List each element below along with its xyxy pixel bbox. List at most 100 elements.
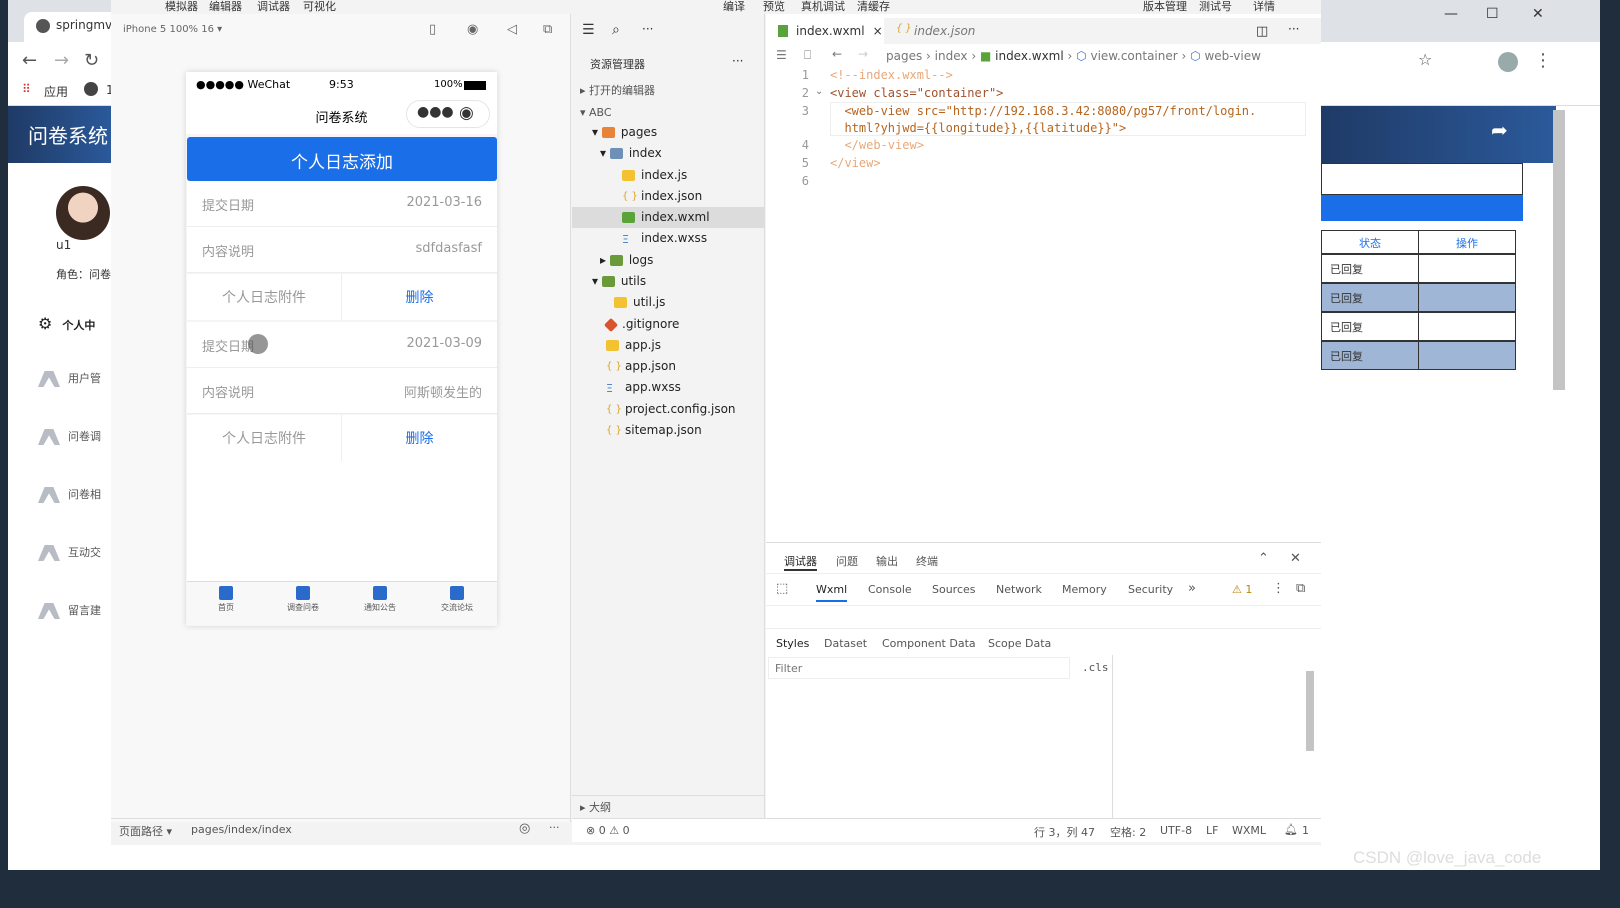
volume-icon[interactable]: ◁ xyxy=(507,22,517,37)
menu-debugger[interactable]: 调试器 xyxy=(257,0,290,14)
code-line[interactable]: <!--index.wxml--> xyxy=(830,68,953,82)
menu-visual[interactable]: 可视化 xyxy=(303,0,336,14)
tab-forum[interactable]: 交流论坛 xyxy=(422,586,492,613)
encoding[interactable]: UTF-8 xyxy=(1160,824,1192,837)
inspect-icon[interactable]: ⬚ xyxy=(776,581,788,596)
bookmark-icon[interactable]: ⎕ xyxy=(804,48,811,63)
chevron-up-icon[interactable]: ⌃ xyxy=(1258,551,1269,566)
tree-file[interactable]: { } project.config.json xyxy=(606,402,736,416)
tree-file[interactable]: util.js xyxy=(614,295,665,309)
sidebar-item-survey[interactable]: 问卷调 xyxy=(38,428,101,445)
close-target-icon[interactable]: ◉ xyxy=(459,103,474,123)
tree-file[interactable]: index.js xyxy=(622,168,687,182)
maximize-icon[interactable]: ☐ xyxy=(1486,6,1499,22)
back-icon[interactable]: ← xyxy=(22,50,37,71)
cursor-position[interactable]: 行 3，列 47 xyxy=(1034,824,1095,840)
search-box[interactable] xyxy=(1321,163,1523,195)
tree-folder[interactable]: ▾ index xyxy=(600,146,662,160)
close-icon[interactable]: ✕ xyxy=(1290,551,1301,566)
menu-clear-cache[interactable]: 清缓存 xyxy=(857,0,890,14)
page-path-label[interactable]: 页面路径 ▾ xyxy=(119,825,172,838)
add-log-button[interactable]: 个人日志添加 xyxy=(187,137,497,181)
tab-sources[interactable]: Sources xyxy=(932,583,976,596)
close-tab-icon[interactable]: × xyxy=(873,24,883,38)
tree-file[interactable]: Ξindex.wxss xyxy=(622,231,707,246)
attach-link[interactable]: 个人日志附件 xyxy=(187,415,342,461)
tree-file[interactable]: { } index.json xyxy=(622,189,702,203)
tree-file[interactable]: Ξapp.wxss xyxy=(606,380,681,395)
tree-folder[interactable]: ▸ logs xyxy=(600,253,653,267)
menu-preview[interactable]: 预览 xyxy=(763,0,785,14)
code-line[interactable]: </web-view> xyxy=(830,138,923,152)
record-icon[interactable]: ◉ xyxy=(467,22,478,37)
cls-toggle[interactable]: .cls xyxy=(1082,661,1109,674)
tab-terminal[interactable]: 终端 xyxy=(916,553,938,569)
capsule-menu[interactable]: ●●● ◉ xyxy=(406,100,490,128)
styles-filter-input[interactable] xyxy=(768,657,1070,679)
tree-file[interactable]: .gitignore xyxy=(603,317,679,332)
profile-avatar[interactable] xyxy=(1498,52,1518,72)
close-window-icon[interactable]: ✕ xyxy=(1532,6,1544,22)
device-select[interactable]: iPhone 5 100% 16 ▾ xyxy=(123,24,222,35)
table-cell-action[interactable] xyxy=(1418,283,1516,312)
open-editors[interactable]: ▸ 打开的编辑器 xyxy=(580,82,655,98)
split-editor-icon[interactable]: ◫ xyxy=(1256,24,1268,39)
search-icon[interactable]: ⌕ xyxy=(612,22,620,38)
tab-dataset[interactable]: Dataset xyxy=(824,637,867,650)
tab-network[interactable]: Network xyxy=(996,583,1042,596)
menu-version[interactable]: 版本管理 xyxy=(1143,0,1187,14)
error-count[interactable]: ⊗ 0 ⚠ 0 xyxy=(586,824,630,837)
more-icon[interactable]: ··· xyxy=(1288,22,1299,36)
sidebar-item-personal[interactable]: ⚙ 个人中 xyxy=(38,314,95,333)
tab-styles[interactable]: Styles xyxy=(776,637,809,650)
kebab-icon[interactable]: ⋮ xyxy=(1272,581,1285,596)
menu-compile[interactable]: 编译 xyxy=(723,0,745,14)
window-icon[interactable]: ⧉ xyxy=(543,22,552,37)
code-line[interactable]: <web-view src="http://192.168.3.42:8080/… xyxy=(830,104,1256,118)
project-root[interactable]: ▾ ABC xyxy=(580,106,612,119)
list-icon[interactable]: ☰ xyxy=(582,22,595,38)
tab-security[interactable]: Security xyxy=(1128,583,1173,596)
table-cell-action[interactable] xyxy=(1418,312,1516,341)
tab-console[interactable]: Console xyxy=(868,583,912,596)
tree-file[interactable]: { } sitemap.json xyxy=(606,423,702,437)
menu-editor[interactable]: 编辑器 xyxy=(209,0,242,14)
tab-wxml[interactable]: Wxml xyxy=(816,583,848,602)
forward-icon[interactable]: → xyxy=(54,50,69,71)
tab-memory[interactable]: Memory xyxy=(1062,583,1107,596)
line-ending[interactable]: LF xyxy=(1206,824,1218,837)
undock-icon[interactable]: ⧉ xyxy=(1296,581,1305,596)
tab-problems[interactable]: 问题 xyxy=(836,553,858,569)
list-icon[interactable]: ☰ xyxy=(776,48,787,62)
tab-debugger[interactable]: 调试器 xyxy=(784,553,817,571)
more-icon[interactable]: ··· xyxy=(549,821,560,834)
more-icon[interactable]: ⋮ xyxy=(1534,50,1552,71)
scrollbar[interactable] xyxy=(1306,671,1314,751)
code-line[interactable]: <view class="container"> xyxy=(830,86,1003,100)
tab-survey[interactable]: 调查问卷 xyxy=(268,586,338,613)
minimize-icon[interactable]: — xyxy=(1444,6,1458,22)
tab-component-data[interactable]: Component Data xyxy=(882,637,976,650)
menu-test-account[interactable]: 测试号 xyxy=(1199,0,1232,14)
forward-icon[interactable]: → xyxy=(858,47,868,61)
delete-button[interactable]: 删除 xyxy=(342,274,497,320)
table-cell-action[interactable] xyxy=(1418,254,1516,283)
more-dots-icon[interactable]: ●●● xyxy=(417,104,454,120)
more-icon[interactable]: ··· xyxy=(732,54,743,68)
tab-output[interactable]: 输出 xyxy=(876,553,898,569)
more-tabs-icon[interactable]: » xyxy=(1188,581,1196,596)
more-icon[interactable]: ··· xyxy=(642,22,653,36)
menu-simulator[interactable]: 模拟器 xyxy=(165,0,198,14)
reload-icon[interactable]: ↻ xyxy=(84,50,99,71)
device-icon[interactable]: ▯ xyxy=(429,22,436,37)
sidebar-item-survey-related[interactable]: 问卷相 xyxy=(38,486,101,503)
sidebar-item-interaction[interactable]: 互动交 xyxy=(38,544,101,561)
star-icon[interactable]: ☆ xyxy=(1418,50,1432,69)
menu-device-debug[interactable]: 真机调试 xyxy=(801,0,845,14)
tree-file[interactable]: index.wxml xyxy=(622,210,710,224)
fold-icon[interactable]: ⌄ xyxy=(815,86,823,97)
table-cell-action[interactable] xyxy=(1418,341,1516,370)
warning-badge[interactable]: ⚠ 1 xyxy=(1232,583,1252,596)
code-line[interactable]: </view> xyxy=(830,156,881,170)
tree-folder[interactable]: ▾ pages xyxy=(592,125,657,139)
